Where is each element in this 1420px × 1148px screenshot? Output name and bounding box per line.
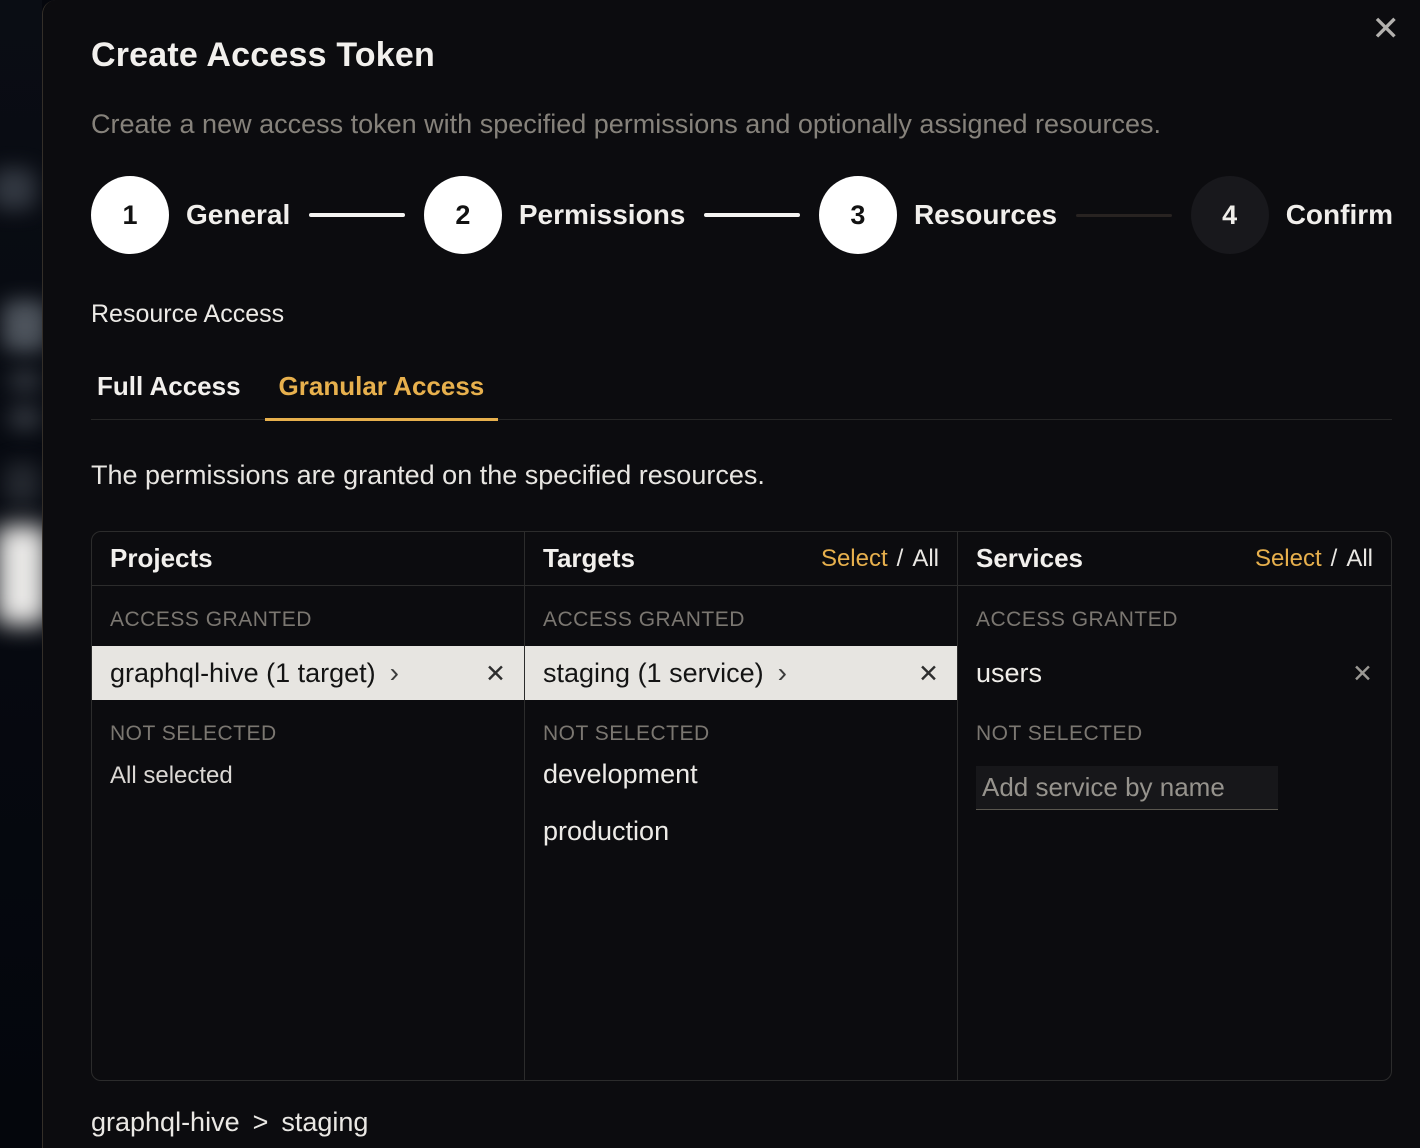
- resource-access-tabs: Full Access Granular Access: [91, 367, 1392, 420]
- targets-select-link[interactable]: Select: [821, 545, 888, 573]
- step-connector: [309, 213, 405, 217]
- step-resources[interactable]: 3 Resources: [819, 176, 1057, 254]
- target-row-staging[interactable]: staging (1 service) › ✕: [525, 646, 957, 700]
- targets-all-link[interactable]: All: [912, 545, 939, 573]
- select-all-separator: /: [1331, 545, 1338, 573]
- service-row-label: users: [976, 658, 1042, 689]
- create-access-token-modal: ✕ Create Access Token Create a new acces…: [42, 0, 1420, 1148]
- projects-column-header: Projects: [92, 532, 524, 586]
- step-connector: [1076, 214, 1172, 217]
- chevron-right-icon: ›: [390, 659, 399, 687]
- access-granted-label: ACCESS GRANTED: [110, 608, 506, 632]
- remove-project-button[interactable]: ✕: [485, 661, 506, 686]
- background-page: [0, 0, 42, 1148]
- services-select-link[interactable]: Select: [1255, 545, 1322, 573]
- background-blur-blob: [0, 168, 36, 210]
- breadcrumb-project: graphql-hive: [91, 1107, 240, 1138]
- targets-select-all: Select / All: [821, 545, 939, 573]
- step-label: General: [186, 199, 290, 231]
- targets-column: Targets Select / All ACCESS GRANTED stag…: [525, 532, 958, 1080]
- column-title: Targets: [543, 543, 635, 574]
- step-number-circle: 3: [819, 176, 897, 254]
- stepper: 1 General 2 Permissions 3 Resources 4 Co…: [91, 176, 1393, 254]
- remove-service-button[interactable]: ✕: [1352, 661, 1373, 686]
- services-select-all: Select / All: [1255, 545, 1373, 573]
- breadcrumb-target: staging: [281, 1107, 368, 1138]
- step-label: Resources: [914, 199, 1057, 231]
- service-row-users[interactable]: users ✕: [958, 646, 1391, 700]
- background-blur-blob: [4, 462, 40, 506]
- breadcrumb-separator: >: [253, 1107, 269, 1138]
- step-number-circle: 2: [424, 176, 502, 254]
- remove-icon: ✕: [485, 659, 506, 688]
- step-number-circle: 4: [1191, 176, 1269, 254]
- granular-access-description: The permissions are granted on the speci…: [91, 460, 1392, 491]
- background-blur-blob: [0, 525, 42, 625]
- background-blur-blob: [8, 368, 42, 394]
- target-item-production[interactable]: production: [525, 803, 957, 860]
- services-column: Services Select / All ACCESS GRANTED use…: [958, 532, 1391, 1080]
- chevron-right-icon: ›: [778, 659, 787, 687]
- not-selected-label: NOT SELECTED: [543, 722, 939, 746]
- background-blur-blob: [2, 300, 42, 352]
- step-number-circle: 1: [91, 176, 169, 254]
- close-icon: ✕: [1372, 9, 1401, 49]
- remove-icon: ✕: [918, 659, 939, 688]
- services-column-header: Services Select / All: [958, 532, 1391, 586]
- targets-column-header: Targets Select / All: [525, 532, 957, 586]
- project-row-label: graphql-hive (1 target): [110, 658, 376, 689]
- remove-target-button[interactable]: ✕: [918, 661, 939, 686]
- step-label: Confirm: [1286, 199, 1393, 231]
- step-connector: [704, 213, 800, 217]
- step-label: Permissions: [519, 199, 686, 231]
- resource-access-heading: Resource Access: [91, 300, 1392, 329]
- add-service-input[interactable]: [976, 766, 1278, 810]
- background-blur-blob: [8, 405, 42, 431]
- modal-subtitle: Create a new access token with specified…: [91, 109, 1392, 140]
- project-row-graphql-hive[interactable]: graphql-hive (1 target) › ✕: [92, 646, 524, 700]
- target-item-development[interactable]: development: [525, 746, 957, 803]
- not-selected-label: NOT SELECTED: [110, 722, 506, 746]
- resource-table: Projects ACCESS GRANTED graphql-hive (1 …: [91, 531, 1392, 1081]
- remove-icon: ✕: [1352, 659, 1373, 688]
- services-all-link[interactable]: All: [1346, 545, 1373, 573]
- access-granted-label: ACCESS GRANTED: [976, 608, 1373, 632]
- not-selected-label: NOT SELECTED: [976, 722, 1373, 746]
- tab-full-access[interactable]: Full Access: [91, 367, 255, 421]
- step-confirm[interactable]: 4 Confirm: [1191, 176, 1393, 254]
- modal-title: Create Access Token: [91, 36, 1392, 75]
- select-all-separator: /: [897, 545, 904, 573]
- target-row-label: staging (1 service): [543, 658, 764, 689]
- step-general[interactable]: 1 General: [91, 176, 290, 254]
- close-button[interactable]: ✕: [1366, 6, 1407, 52]
- column-title: Services: [976, 543, 1083, 574]
- access-granted-label: ACCESS GRANTED: [543, 608, 939, 632]
- column-title: Projects: [110, 543, 213, 574]
- projects-column: Projects ACCESS GRANTED graphql-hive (1 …: [92, 532, 525, 1080]
- step-permissions[interactable]: 2 Permissions: [424, 176, 686, 254]
- tab-granular-access[interactable]: Granular Access: [265, 367, 499, 421]
- all-selected-note: All selected: [110, 762, 506, 790]
- breadcrumb: graphql-hive > staging: [91, 1107, 1392, 1138]
